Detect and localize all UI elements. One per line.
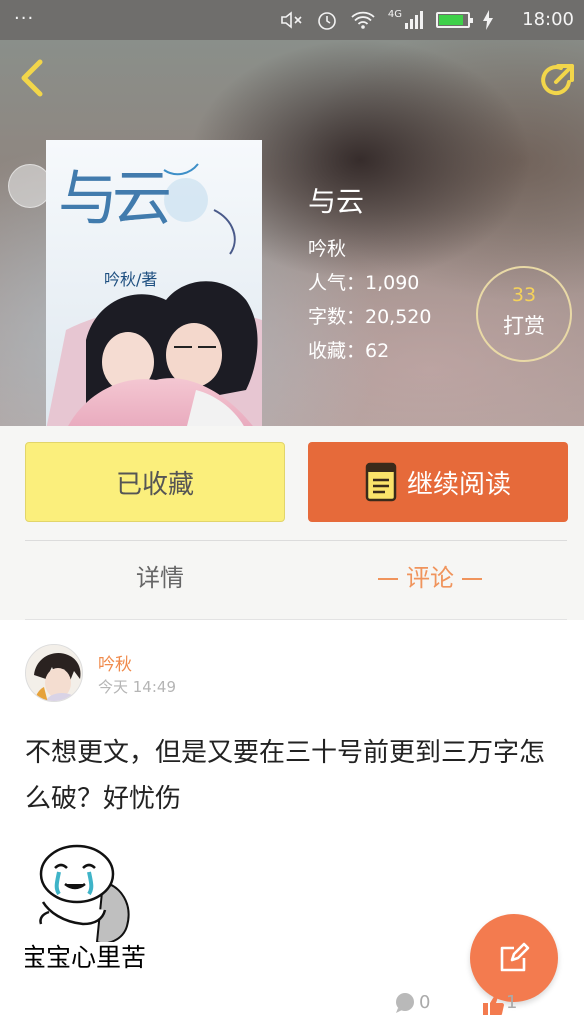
alarm-icon — [318, 12, 336, 30]
like-count: 1 — [506, 992, 518, 1013]
reply-count: 0 — [419, 992, 431, 1013]
thumbs-up-icon[interactable] — [482, 994, 504, 1016]
book-icon — [365, 462, 397, 502]
status-bar: ··· 4G 18:00 — [0, 0, 584, 40]
edit-icon — [500, 942, 530, 972]
tab-detail[interactable]: 详情 — [100, 558, 220, 593]
book-word-count: 字数：20,520 — [308, 306, 432, 328]
book-author: 吟秋 — [308, 238, 347, 260]
charging-icon — [483, 10, 493, 30]
tip-count: 33 — [511, 284, 537, 306]
share-icon — [541, 64, 574, 96]
write-comment-button[interactable] — [470, 914, 558, 1002]
crying-face-sticker — [39, 844, 130, 945]
battery-icon — [436, 12, 473, 28]
book-cover[interactable]: 与云 吟秋/著 — [46, 140, 262, 426]
favorite-label: 已收藏 — [115, 469, 194, 500]
continue-reading-button[interactable]: 继续阅读 — [308, 442, 568, 522]
tip-button[interactable]: 33 打赏 — [476, 266, 572, 362]
battery-level — [439, 15, 463, 25]
avatar-image — [26, 645, 82, 701]
comment-time: 今天 14:49 — [98, 678, 176, 696]
network-type: 4G — [387, 8, 402, 20]
mute-icon — [281, 11, 302, 29]
back-button[interactable] — [12, 56, 52, 100]
comment-bubble-icon[interactable] — [394, 992, 416, 1014]
book-header: 与云 吟秋/著 与云 吟秋 人气：1,090 字数：20,520 收藏：62 3… — [0, 40, 584, 426]
clock: 18:00 — [522, 9, 574, 30]
tip-label: 打赏 — [503, 314, 545, 338]
tab-indicator-right — [462, 578, 482, 580]
divider — [25, 540, 567, 541]
status-icons: 4G — [280, 9, 494, 31]
avatar[interactable] — [25, 644, 83, 702]
tab-comment-label: 评论 — [406, 564, 454, 592]
tab-indicator-left — [378, 578, 398, 580]
wifi-icon — [351, 11, 375, 29]
cover-title: 与云 — [58, 164, 172, 234]
continue-reading-label: 继续阅读 — [406, 469, 511, 500]
share-button[interactable] — [536, 58, 578, 100]
comment-text: 不想更文，但是又要在三十号前更到三万字怎么破？好忧伤 — [25, 738, 546, 814]
chevron-left-icon — [21, 59, 43, 97]
sticker-caption: 宝宝心里苦 — [25, 943, 147, 970]
tab-comment[interactable]: 评论 — [360, 558, 500, 593]
notification-dots: ··· — [14, 8, 35, 29]
book-favorites: 收藏：62 — [308, 340, 390, 362]
book-popularity: 人气：1,090 — [308, 272, 420, 294]
comment-author[interactable]: 吟秋 — [98, 650, 132, 675]
cover-author: 吟秋/著 — [104, 270, 158, 289]
comment-sticker[interactable]: 宝宝心里苦 — [25, 842, 155, 970]
favorite-button[interactable]: 已收藏 — [25, 442, 285, 522]
book-title: 与云 — [308, 185, 365, 218]
signal-icon — [405, 11, 423, 29]
tab-detail-label: 详情 — [136, 564, 184, 592]
book-info: 与云 吟秋 人气：1,090 字数：20,520 收藏：62 — [308, 180, 431, 370]
action-area: 已收藏 继续阅读 详情 评论 — [0, 426, 584, 620]
comment-item: 吟秋 今天 14:49 不想更文，但是又要在三十号前更到三万字怎么破？好忧伤 宝… — [0, 620, 584, 1024]
